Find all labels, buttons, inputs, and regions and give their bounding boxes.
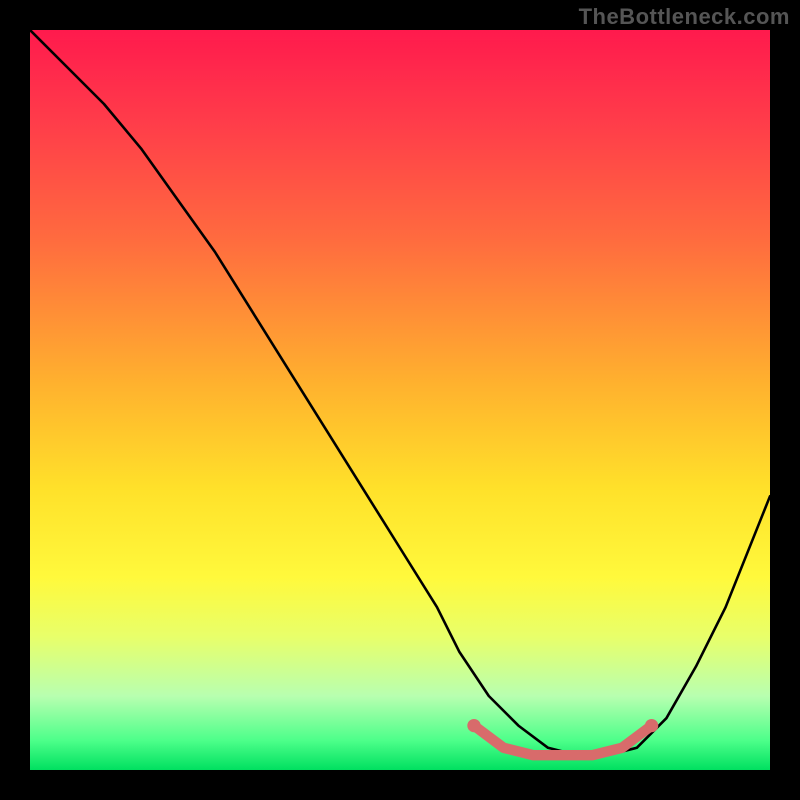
chart-svg <box>30 30 770 770</box>
watermark-text: TheBottleneck.com <box>579 4 790 30</box>
chart-frame: TheBottleneck.com <box>0 0 800 800</box>
highlight-endpoint-right <box>645 719 658 732</box>
highlight-endpoint-left <box>467 719 480 732</box>
highlight-line <box>474 726 652 756</box>
plot-area <box>30 30 770 770</box>
curve-line <box>30 30 770 755</box>
